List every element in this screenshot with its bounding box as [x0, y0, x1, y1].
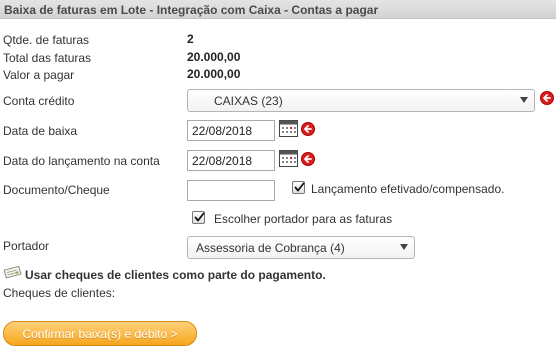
total-value: 20.000,00	[187, 50, 241, 64]
data-lancamento-input[interactable]	[187, 150, 275, 171]
documento-label: Documento/Cheque	[3, 183, 110, 197]
valor-value: 20.000,00	[187, 67, 241, 81]
conta-credito-value: CAIXAS (23)	[214, 94, 283, 108]
conta-credito-label: Conta crédito	[3, 94, 75, 108]
valor-label: Valor a pagar	[3, 68, 75, 82]
cheque-icon	[3, 265, 23, 279]
escolher-portador-label: Escolher portador para as faturas	[214, 212, 393, 226]
usar-cheques-link[interactable]: Usar cheques de clientes como parte do p…	[25, 268, 326, 282]
back-arrow-icon[interactable]	[301, 122, 315, 136]
calendar-icon[interactable]	[279, 120, 298, 137]
qtde-value: 2	[187, 32, 194, 46]
conta-credito-select[interactable]: CAIXAS (23)	[187, 89, 535, 112]
chevron-down-icon	[520, 97, 528, 103]
back-arrow-icon[interactable]	[540, 91, 554, 105]
documento-input[interactable]	[187, 180, 275, 201]
calendar-icon[interactable]	[279, 150, 298, 167]
data-baixa-input[interactable]	[187, 120, 275, 141]
confirm-button[interactable]: Confirmar baixa(s) e débito >	[3, 321, 197, 346]
portador-value: Assessoria de Cobrança (4)	[196, 241, 345, 255]
data-baixa-label: Data de baixa	[3, 124, 78, 138]
lancamento-efetivado-checkbox[interactable]	[292, 181, 305, 194]
portador-select[interactable]: Assessoria de Cobrança (4)	[187, 236, 415, 259]
lancamento-efetivado-label: Lançamento efetivado/compensado.	[311, 182, 505, 196]
escolher-portador-checkbox[interactable]	[192, 211, 205, 224]
chevron-down-icon	[400, 244, 408, 250]
total-label: Total das faturas	[3, 51, 92, 65]
qtde-label: Qtde. de faturas	[3, 33, 90, 47]
portador-label: Portador	[3, 239, 50, 253]
data-lancamento-label: Data do lançamento na conta	[3, 154, 160, 168]
cheques-clientes-label: Cheques de clientes:	[3, 286, 116, 300]
back-arrow-icon[interactable]	[301, 152, 315, 166]
page-title: Baixa de faturas em Lote - Integração co…	[0, 0, 556, 19]
